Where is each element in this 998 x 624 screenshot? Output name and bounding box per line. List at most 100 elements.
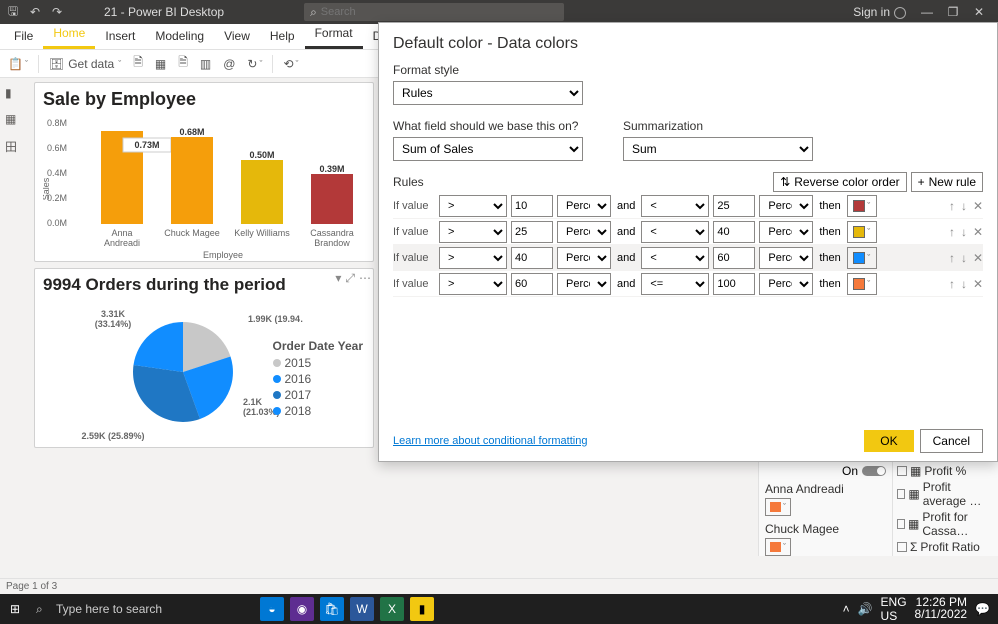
word-icon[interactable]: W: [350, 597, 374, 621]
taskbar-search[interactable]: ⌕ Type here to search: [30, 602, 230, 617]
unit-select[interactable]: Percent: [557, 273, 611, 295]
powerbi-icon[interactable]: ▮: [410, 597, 434, 621]
sql-icon[interactable]: 🗎: [174, 51, 192, 76]
format-style-select[interactable]: Rules: [393, 81, 583, 105]
paste-icon[interactable]: 📋ˇ: [4, 55, 32, 73]
move-down-icon[interactable]: ↓: [961, 277, 967, 291]
unit-select[interactable]: Percent: [557, 247, 611, 269]
operator-select[interactable]: >: [439, 221, 507, 243]
menu-view[interactable]: View: [214, 25, 260, 49]
move-down-icon[interactable]: ↓: [961, 225, 967, 239]
move-down-icon[interactable]: ↓: [961, 251, 967, 265]
menu-insert[interactable]: Insert: [95, 25, 145, 49]
unit-select[interactable]: Percent: [557, 195, 611, 217]
report-view-icon[interactable]: ▮: [5, 86, 21, 102]
tray-chevron-icon[interactable]: ˄: [843, 602, 850, 616]
color-picker[interactable]: ˇ: [847, 195, 877, 217]
get-data-button[interactable]: 🗄 Get data ˇ: [45, 55, 125, 73]
data-icon[interactable]: ▥: [196, 55, 215, 73]
ok-button[interactable]: OK: [864, 430, 913, 452]
sign-in-link[interactable]: Sign in: [853, 5, 906, 19]
unit-select[interactable]: Percent: [759, 273, 813, 295]
sound-icon[interactable]: 🔊: [858, 602, 873, 616]
field-item[interactable]: ▦Profit average …: [897, 480, 994, 508]
bar-chart-visual[interactable]: Sale by Employee Sales 0.8M 0.6M 0.4M 0.…: [34, 82, 374, 262]
transform-icon[interactable]: ⟲ˇ: [279, 55, 302, 73]
move-up-icon[interactable]: ↑: [949, 251, 955, 265]
reverse-order-button[interactable]: ⇅Reverse color order: [773, 172, 906, 192]
undo-icon[interactable]: ↶: [28, 5, 42, 19]
menu-help[interactable]: Help: [260, 25, 305, 49]
color-dropdown[interactable]: ˇ: [765, 498, 791, 516]
menu-home[interactable]: Home: [43, 22, 95, 49]
model-view-icon[interactable]: ⽥: [5, 138, 21, 154]
move-down-icon[interactable]: ↓: [961, 199, 967, 213]
minimize-icon[interactable]: —: [914, 5, 940, 19]
start-button[interactable]: ⊞: [0, 602, 30, 616]
operator-select[interactable]: <: [641, 195, 709, 217]
operator-select[interactable]: <: [641, 221, 709, 243]
color-dropdown[interactable]: ˇ: [765, 538, 791, 556]
global-search[interactable]: ⌕: [304, 3, 564, 21]
summarization-select[interactable]: Sum: [623, 137, 813, 161]
color-picker[interactable]: ˇ: [847, 221, 877, 243]
save-icon[interactable]: 🖫: [6, 5, 20, 19]
field-item[interactable]: ▦Profit for Cassa…: [897, 510, 994, 538]
edge-icon[interactable]: ◒: [260, 597, 284, 621]
operator-select[interactable]: >: [439, 195, 507, 217]
menu-file[interactable]: File: [4, 25, 43, 49]
field-item[interactable]: ▦Profit %: [897, 464, 994, 478]
pie-chart-visual[interactable]: ▾ ⤢ ⋯ 9994 Orders during the period 3.31…: [34, 268, 374, 448]
search-input[interactable]: [321, 6, 558, 18]
operator-select[interactable]: <=: [641, 273, 709, 295]
operator-select[interactable]: <: [641, 247, 709, 269]
menu-format[interactable]: Format: [305, 22, 363, 49]
delete-rule-icon[interactable]: ✕: [973, 199, 983, 213]
more-icon[interactable]: ⋯: [359, 271, 371, 286]
value-input[interactable]: [511, 195, 553, 217]
onelake-icon[interactable]: ▦: [151, 55, 170, 73]
delete-rule-icon[interactable]: ✕: [973, 277, 983, 291]
learn-more-link[interactable]: Learn more about conditional formatting: [393, 435, 587, 447]
filter-icon[interactable]: ▾: [335, 271, 341, 286]
excel-icon[interactable]: X: [380, 597, 404, 621]
unit-select[interactable]: Percent: [557, 221, 611, 243]
delete-rule-icon[interactable]: ✕: [973, 225, 983, 239]
close-icon[interactable]: ✕: [966, 5, 992, 19]
excel-icon[interactable]: 🗎: [129, 51, 147, 76]
new-rule-button[interactable]: +New rule: [911, 172, 983, 192]
store-icon[interactable]: 🛍: [320, 597, 344, 621]
move-up-icon[interactable]: ↑: [949, 277, 955, 291]
notifications-icon[interactable]: 💬: [975, 602, 990, 616]
cancel-button[interactable]: Cancel: [920, 429, 983, 453]
value-input[interactable]: [713, 195, 755, 217]
field-select[interactable]: Sum of Sales: [393, 137, 583, 161]
value-input[interactable]: [713, 247, 755, 269]
data-view-icon[interactable]: ▦: [5, 112, 21, 128]
clock[interactable]: 12:26 PM8/11/2022: [915, 597, 968, 621]
filter-toggle[interactable]: [862, 466, 886, 476]
menu-modeling[interactable]: Modeling: [145, 25, 214, 49]
field-item[interactable]: ΣProfit Ratio: [897, 540, 994, 554]
unit-select[interactable]: Percent: [759, 221, 813, 243]
operator-select[interactable]: >: [439, 273, 507, 295]
move-up-icon[interactable]: ↑: [949, 199, 955, 213]
app-icon[interactable]: ◉: [290, 597, 314, 621]
dataverse-icon[interactable]: @: [219, 55, 239, 73]
restore-icon[interactable]: ❐: [940, 5, 966, 19]
redo-icon[interactable]: ↷: [50, 5, 64, 19]
value-input[interactable]: [713, 273, 755, 295]
recent-icon[interactable]: ↻ˇ: [243, 55, 266, 73]
unit-select[interactable]: Percent: [759, 247, 813, 269]
focus-icon[interactable]: ⤢: [345, 271, 355, 286]
value-input[interactable]: [511, 273, 553, 295]
operator-select[interactable]: >: [439, 247, 507, 269]
delete-rule-icon[interactable]: ✕: [973, 251, 983, 265]
color-picker[interactable]: ˇ: [847, 273, 877, 295]
value-input[interactable]: [511, 247, 553, 269]
value-input[interactable]: [713, 221, 755, 243]
unit-select[interactable]: Percent: [759, 195, 813, 217]
value-input[interactable]: [511, 221, 553, 243]
move-up-icon[interactable]: ↑: [949, 225, 955, 239]
language-indicator[interactable]: ENGUS: [881, 595, 907, 623]
